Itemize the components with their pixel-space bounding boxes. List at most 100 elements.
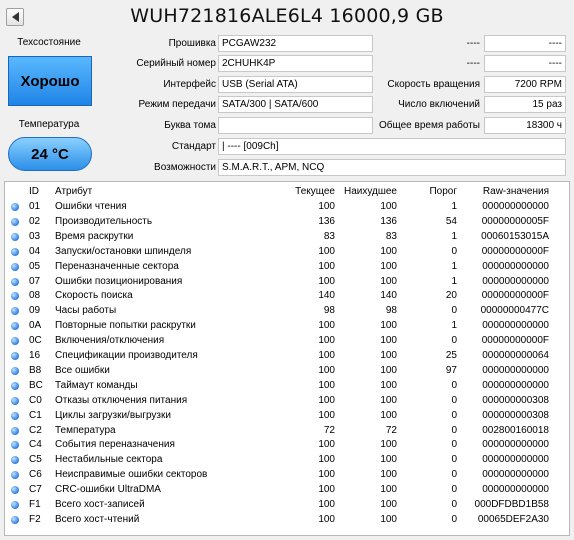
unknown-label-1: ---- [466,38,480,49]
cell-attribute: Всего хост-чтений [55,513,140,525]
table-row[interactable]: 08 Скорость поиска 140 140 20 00000000000F [5,288,569,303]
table-row[interactable]: BC Таймаут команды 100 100 0 000000000000 [5,378,569,393]
cell-worst: 100 [380,379,397,391]
cell-attribute: Время раскрутки [55,230,134,242]
table-row[interactable]: F2 Всего хост-чтений 100 100 0 00065DEF2A30 [5,512,569,527]
cell-worst: 100 [380,350,397,361]
drive-title: WUH721816ALE6L4 16000,9 GB [130,5,444,27]
firmware-field: PCGAW232 [218,35,373,52]
cell-attribute: Повторные попытки раскрутки [55,320,196,332]
cell-worst: 100 [380,320,397,332]
status-dot-icon [11,515,19,524]
cell-raw: 000000000308 [482,394,549,406]
power-count-label: Число включений [398,99,480,110]
cell-attribute: Спецификации производителя [55,350,198,361]
cell-attribute: Все ошибки [55,364,110,376]
status-dot-icon [11,203,19,211]
cell-worst: 100 [380,484,397,496]
cell-worst: 100 [380,469,397,481]
column-raw[interactable]: Raw-значения [445,184,549,199]
cell-raw: 000000000000 [482,454,549,466]
table-row[interactable]: 02 Производительность 136 136 54 00000000005F [5,214,569,229]
temperature-badge: 24 °C [8,137,92,171]
cell-attribute: Часы работы [55,305,117,317]
table-row[interactable]: C0 Отказы отключения питания 100 100 0 000000… [5,393,569,408]
features-field: S.M.A.R.T., APM, NCQ [218,159,566,176]
cell-worst: 100 [380,439,397,451]
status-dot-icon [11,366,19,375]
table-row[interactable]: 16 Спецификации производителя 100 100 25 0000… [5,348,569,363]
status-dot-icon [11,322,19,331]
table-row[interactable]: F1 Всего хост-записей 100 100 0 000DFDBD1B58 [5,497,569,512]
table-row[interactable]: C1 Циклы загрузки/выгрузки 100 100 0 00000000… [5,408,569,423]
cell-raw: 000000000000 [482,379,549,391]
table-row[interactable]: B8 Все ошибки 100 100 97 000000000000 [5,363,569,378]
table-row[interactable]: 04 Запуски/остановки шпинделя 100 100 0 00000… [5,244,569,259]
cell-attribute: Запуски/остановки шпинделя [55,245,192,257]
table-row[interactable]: 07 Ошибки позиционирования 100 100 1 00000000… [5,274,569,289]
cell-raw: 00000000000F [481,335,549,347]
volume-label: Буква тома [164,120,216,131]
cell-raw: 000000000000 [482,201,549,212]
table-row[interactable]: 01 Ошибки чтения 100 100 1 000000000000 [5,199,569,214]
status-dot-icon [11,381,19,390]
standard-label: Стандарт [171,141,216,152]
health-caption: Техсостояние [17,37,81,48]
cell-raw: 00000000000F [481,245,549,257]
volume-field [218,117,373,134]
cell-attribute: Таймаут команды [55,379,138,391]
table-row[interactable]: 0C Включения/отключения 100 100 0 00000000000… [5,333,569,348]
status-dot-icon [11,486,19,495]
cell-attribute: CRC-ошибки UltraDMA [55,484,161,496]
health-status-badge: Хорошо [8,56,92,106]
column-worst[interactable]: Наихудшее [323,184,397,199]
cell-raw: 000000000000 [482,260,549,272]
smart-attributes-table[interactable]: ID Атрибут Текущее Наихудшее Порог Raw-з… [4,181,570,536]
power-count-field: 15 раз [484,96,566,113]
cell-attribute: Отказы отключения питания [55,394,188,406]
table-row[interactable]: C5 Нестабильные сектора 100 100 0 00000000000… [5,452,569,467]
cell-worst: 100 [380,513,397,525]
status-dot-icon [11,441,19,450]
cell-worst: 100 [380,201,397,212]
table-row[interactable]: 05 Переназначенные сектора 100 100 1 00000000… [5,259,569,274]
table-row[interactable]: C2 Температура 72 72 0 002800160018 [5,423,569,438]
cell-attribute: Циклы загрузки/выгрузки [55,409,171,421]
cell-raw: 000DFDBD1B58 [474,499,549,510]
cell-attribute: Скорость поиска [55,290,133,302]
temperature-caption: Температура [18,119,80,130]
status-dot-icon [11,501,19,509]
table-row[interactable]: C7 CRC-ошибки UltraDMA 100 100 0 000000000000 [5,482,569,497]
cell-attribute: Производительность [55,215,153,227]
cell-raw: 000000000000 [482,364,549,376]
rpm-label: Скорость вращения [387,79,480,90]
cell-worst: 100 [380,364,397,376]
status-dot-icon [11,411,19,420]
status-dot-icon [11,217,19,226]
cell-raw: 000000000308 [482,409,549,421]
table-row[interactable]: 0A Повторные попытки раскрутки 100 100 1 0000… [5,318,569,333]
cell-worst: 100 [380,275,397,287]
table-row[interactable]: 09 Часы работы 98 98 0 00000000477C [5,303,569,318]
unknown-field-1: ---- [484,35,566,52]
column-attribute[interactable]: Атрибут [55,184,285,199]
cell-attribute: Всего хост-записей [55,499,145,510]
cell-worst: 100 [380,394,397,406]
unknown-label-2: ---- [466,58,480,69]
interface-label: Интерфейс [163,79,216,90]
status-dot-icon [11,262,19,271]
cell-worst: 83 [385,230,397,242]
cell-attribute: Включения/отключения [55,335,165,347]
cell-raw: 00065DEF2A30 [477,513,549,525]
table-row[interactable]: C4 События переназначения 100 100 0 000000000… [5,437,569,452]
cell-attribute: События переназначения [55,439,175,451]
cell-worst: 140 [380,290,397,302]
table-row[interactable]: 03 Время раскрутки 83 83 1 00060153015A [5,229,569,244]
cell-worst: 100 [380,260,397,272]
table-row[interactable]: C6 Неисправимые ошибки секторов 100 100 0 000… [5,467,569,482]
serial-field: 2CHUHK4P [218,55,373,72]
cell-raw: 00000000000F [481,290,549,302]
cell-raw: 000000000000 [482,469,549,481]
status-dot-icon [11,456,19,465]
cell-attribute: Нестабильные сектора [55,454,163,466]
